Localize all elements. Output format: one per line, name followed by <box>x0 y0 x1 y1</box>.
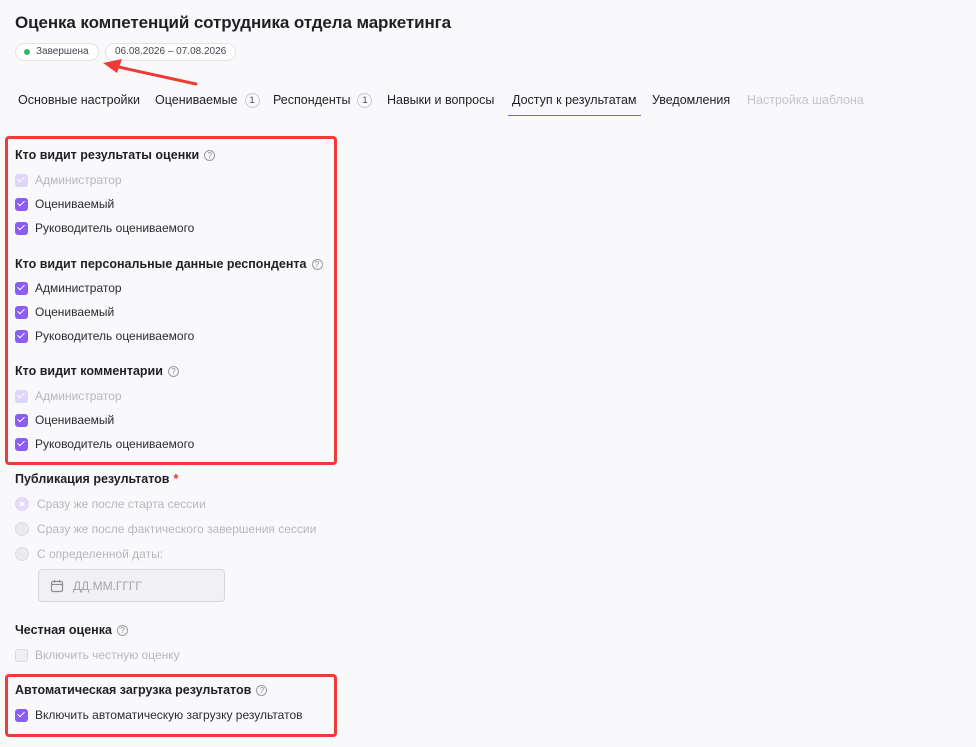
tab-evaluated[interactable]: Оцениваемые 1 <box>155 84 260 116</box>
radio-label: Сразу же после старта сессии <box>37 497 206 511</box>
help-icon[interactable]: ? <box>116 624 128 636</box>
checkbox <box>15 648 28 662</box>
annotation-highlight-box <box>5 136 337 465</box>
tab-label: Навыки и вопросы <box>387 93 495 107</box>
radio-button <box>15 547 29 561</box>
honest-rating-toggle: Включить честную оценку <box>15 648 180 662</box>
required-mark: * <box>173 472 179 486</box>
calendar-icon <box>50 579 64 592</box>
publication-title: Публикация результатов * <box>15 472 178 486</box>
tab-label: Основные настройки <box>18 93 140 107</box>
tab-respondents[interactable]: Респонденты 1 <box>273 84 373 116</box>
publication-date-input: ДД.ММ.ГГГГ <box>38 569 225 602</box>
tab-count-badge: 1 <box>244 92 260 108</box>
status-dot-icon <box>24 49 30 55</box>
publication-option-start: Сразу же после старта сессии <box>15 497 206 511</box>
tab-label: Респонденты <box>273 93 351 107</box>
annotation-arrow-icon <box>103 59 198 86</box>
checkbox-label: Включить честную оценку <box>35 648 180 662</box>
radio-button <box>15 497 29 511</box>
radio-button <box>15 522 29 536</box>
section-title-text: Публикация результатов <box>15 472 170 486</box>
honest-rating-title: Честная оценка ? <box>15 623 128 637</box>
tab-notifications[interactable]: Уведомления <box>652 84 730 116</box>
section-title-text: Честная оценка <box>15 623 112 637</box>
radio-label: Сразу же после фактического завершения с… <box>37 522 317 536</box>
tab-template-settings: Настройка шаблона <box>747 84 864 116</box>
tab-bar: Основные настройки Оцениваемые 1 Респонд… <box>0 84 976 116</box>
tab-label: Оцениваемые <box>155 93 238 107</box>
tab-label: Уведомления <box>652 93 731 107</box>
tab-count-badge: 1 <box>357 92 373 108</box>
status-badge: Завершена <box>15 43 99 61</box>
date-placeholder: ДД.ММ.ГГГГ <box>73 578 142 593</box>
radio-label: С определенной даты: <box>37 547 164 561</box>
page-title: Оценка компетенций сотрудника отдела мар… <box>15 13 451 32</box>
tab-label: Настройка шаблона <box>747 93 864 107</box>
tab-label: Доступ к результатам <box>512 93 637 107</box>
tab-basic-settings[interactable]: Основные настройки <box>18 84 140 116</box>
tab-skills-questions[interactable]: Навыки и вопросы <box>387 84 494 116</box>
status-label: Завершена <box>36 46 89 57</box>
publication-option-date: С определенной даты: <box>15 547 163 561</box>
annotation-highlight-box <box>5 674 337 737</box>
publication-option-finish: Сразу же после фактического завершения с… <box>15 522 316 536</box>
tab-results-access[interactable]: Доступ к результатам <box>508 84 641 116</box>
